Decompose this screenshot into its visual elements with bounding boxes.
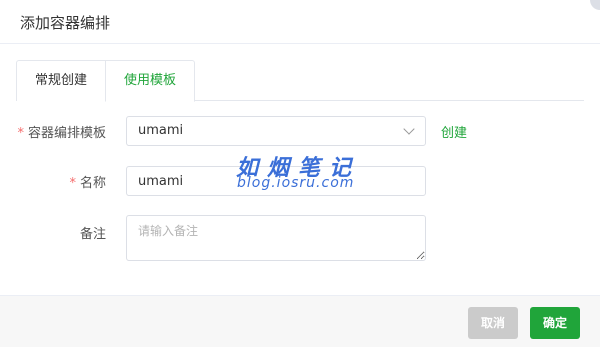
template-select[interactable]: umami xyxy=(126,116,426,146)
dialog-footer: 取消 确定 xyxy=(0,295,600,347)
template-select-value: umami xyxy=(138,123,184,138)
required-mark: * xyxy=(17,126,24,141)
required-mark: * xyxy=(69,176,76,191)
add-compose-dialog: 添加容器编排 常规创建 使用模板 *容器编排模板 umami 创建 *名称 备注… xyxy=(0,0,600,347)
name-label: * 名称 xyxy=(69,172,106,191)
tab-bar: 常规创建 使用模板 xyxy=(16,60,584,102)
template-label: * 容器编排模板 xyxy=(17,122,106,141)
confirm-button[interactable]: 确定 xyxy=(530,307,580,339)
create-template-link[interactable]: 创建 xyxy=(441,122,467,141)
dialog-header: 添加容器编排 xyxy=(0,0,600,44)
name-label-text: 名称 xyxy=(79,176,106,191)
template-label-text: 容器编排模板 xyxy=(27,126,106,141)
tab-use-template[interactable]: 使用模板 xyxy=(105,60,195,102)
name-input[interactable] xyxy=(126,166,426,196)
tab-regular-create[interactable]: 常规创建 xyxy=(16,60,105,101)
form-row-remark: 备注 xyxy=(0,215,600,261)
dialog-title: 添加容器编排 xyxy=(20,14,111,32)
chevron-down-icon xyxy=(403,123,415,135)
cancel-button[interactable]: 取消 xyxy=(468,307,518,339)
remark-textarea[interactable] xyxy=(126,215,426,261)
remark-label: 备注 xyxy=(79,227,106,242)
form-row-name: * 名称 xyxy=(0,166,600,196)
form-row-template: * 容器编排模板 umami 创建 xyxy=(0,116,600,146)
